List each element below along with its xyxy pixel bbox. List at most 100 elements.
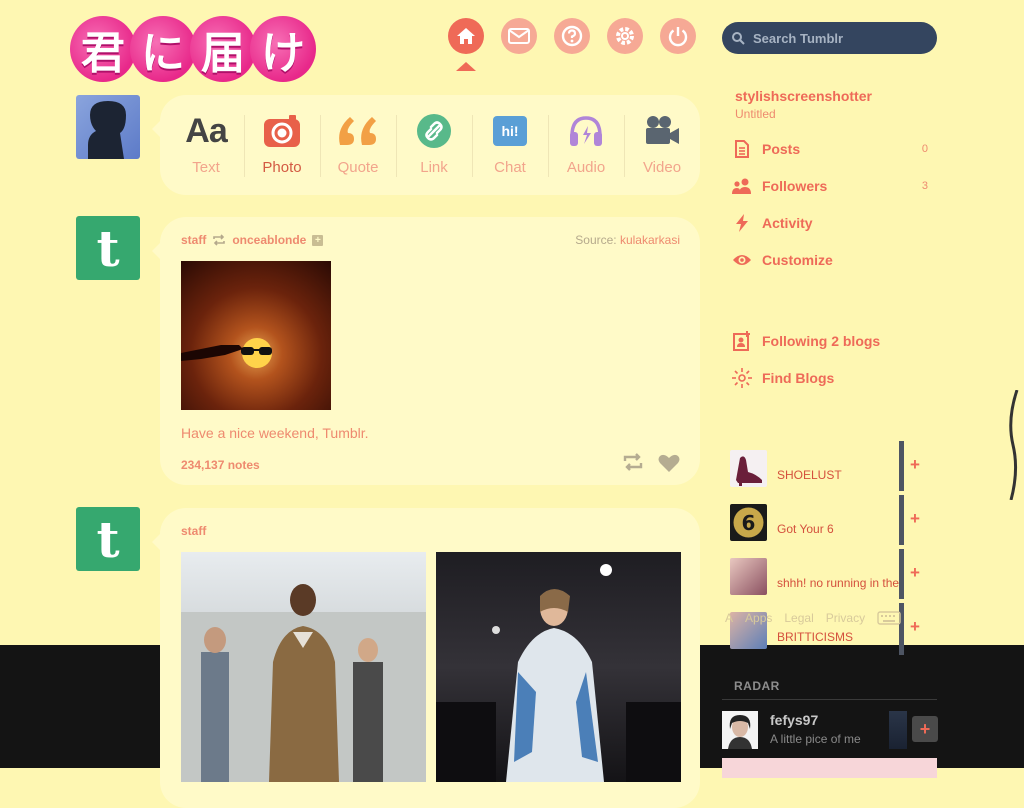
sidebar-item-customize[interactable]: Customize	[732, 250, 928, 270]
sidebar-item-count: 0	[921, 143, 928, 155]
headphones-icon	[567, 111, 605, 151]
footer-link[interactable]: Legal	[784, 611, 813, 625]
post-author-link[interactable]: staff	[181, 233, 206, 247]
keyboard-icon[interactable]	[877, 611, 901, 625]
source-link[interactable]: kulakarkasi	[620, 233, 680, 247]
sidebar-blog-name[interactable]: stylishscreenshotter	[735, 88, 872, 104]
post-header: staff	[181, 524, 206, 538]
search-input[interactable]	[751, 29, 925, 47]
user-avatar[interactable]	[76, 95, 140, 159]
radar-heading: RADAR	[734, 679, 780, 693]
logo-char: け	[250, 16, 316, 82]
reblog-icon[interactable]	[622, 453, 644, 471]
post-type-photo[interactable]: Photo	[244, 95, 320, 195]
footer-link[interactable]: A	[725, 611, 733, 625]
sidebar-item-label: Following 2 blogs	[762, 333, 881, 349]
following-icon	[732, 331, 752, 351]
camera-icon	[263, 111, 301, 151]
sidebar-item-label: Posts	[762, 141, 801, 157]
reblogged-from-link[interactable]: onceablonde	[232, 233, 306, 247]
post-type-audio[interactable]: Audio	[548, 95, 624, 195]
blog-title: shhh! no running in the	[777, 576, 900, 590]
power-icon	[668, 27, 688, 47]
follow-plus-icon[interactable]: +	[910, 509, 920, 529]
recommended-blog[interactable]: 6 Got Your 6 +	[730, 504, 920, 544]
follow-plus-icon[interactable]: +	[910, 455, 920, 475]
sidebar-item-count: 3	[921, 180, 928, 192]
inbox-button[interactable]	[501, 18, 537, 54]
post-type-label: Video	[642, 159, 682, 176]
sidebar-item-followers[interactable]: Followers 3	[732, 176, 928, 196]
divider	[899, 441, 904, 491]
help-button[interactable]	[554, 18, 590, 54]
search-box	[722, 22, 937, 54]
svg-text:6: 6	[742, 511, 756, 535]
radar-follow-button[interactable]: +	[912, 716, 938, 742]
home-button[interactable]	[448, 18, 484, 71]
sidebar-item-activity[interactable]: Activity	[732, 213, 928, 233]
sidebar-item-find-blogs[interactable]: Find Blogs	[732, 368, 928, 388]
post-type-video[interactable]: Video	[624, 95, 700, 195]
footer-links: A Apps Legal Privacy	[725, 611, 901, 625]
footer-link[interactable]: Privacy	[826, 611, 865, 625]
post-type-link[interactable]: Link	[396, 95, 472, 195]
follow-plus-icon[interactable]: +	[910, 563, 920, 583]
logout-button[interactable]	[660, 18, 696, 54]
staff-avatar[interactable]: t	[76, 507, 140, 571]
post-photo[interactable]	[181, 261, 331, 410]
source-label: Source:	[575, 233, 617, 247]
post-author-link[interactable]: staff	[181, 524, 206, 538]
tumblr-t-icon: t	[96, 218, 120, 278]
post-type-text[interactable]: Aa Text	[168, 95, 244, 195]
blog-title: SHOELUST	[777, 468, 842, 482]
blog-thumb	[730, 558, 767, 595]
sidebar-item-posts[interactable]: Posts 0	[732, 139, 928, 159]
post-photo[interactable]	[181, 552, 426, 782]
post-type-label: Audio	[566, 159, 606, 176]
post-card: staff onceablonde + Source: kulakarkasi …	[152, 217, 700, 485]
lightning-icon	[732, 213, 752, 233]
recommended-blog[interactable]: SHOELUST +	[730, 450, 920, 490]
post-header: staff onceablonde +	[181, 233, 324, 247]
blog-thumb	[730, 450, 767, 487]
blog-title: Got Your 6	[777, 522, 834, 536]
post-type-label: Photo	[262, 159, 302, 176]
tumblr-t-icon: t	[96, 509, 120, 569]
blog-logo[interactable]: 君 に 届 け	[70, 16, 316, 82]
sidebar-item-label: Activity	[762, 215, 813, 231]
home-icon	[457, 28, 475, 44]
sidebar-item-following[interactable]: Following 2 blogs	[732, 331, 928, 351]
post-type-label: Quote	[337, 159, 379, 176]
chat-icon: hi!	[493, 111, 527, 151]
sidebar-item-label: Customize	[762, 252, 833, 268]
follow-plus-icon[interactable]: +	[910, 617, 920, 637]
heart-icon[interactable]	[658, 453, 680, 473]
sunburst-icon	[732, 368, 752, 388]
radar-blog-name[interactable]: fefys97	[770, 712, 818, 728]
staff-avatar[interactable]: t	[76, 216, 140, 280]
footer-link[interactable]: Apps	[745, 611, 772, 625]
blog-title: BRITTICISMS	[777, 630, 854, 644]
eye-icon	[732, 250, 752, 270]
notes-count[interactable]: 234,137 notes	[181, 458, 260, 472]
recommended-blog[interactable]: shhh! no running in the +	[730, 558, 920, 598]
post-actions	[622, 453, 680, 473]
post-type-chat[interactable]: hi! Chat	[472, 95, 548, 195]
edge-decoration	[1003, 389, 1024, 501]
logo-char: 君	[70, 16, 136, 82]
follow-plus-icon[interactable]: +	[312, 234, 324, 246]
post-caption: Have a nice weekend, Tumblr.	[181, 425, 369, 441]
radar-post-image[interactable]	[722, 758, 937, 778]
divider	[899, 549, 904, 599]
post-source: Source: kulakarkasi	[575, 233, 680, 247]
reblog-small-icon	[213, 234, 226, 246]
quote-icon	[336, 111, 380, 151]
link-icon	[416, 111, 452, 151]
logo-char: 届	[190, 16, 256, 82]
post-type-quote[interactable]: Quote	[320, 95, 396, 195]
default-avatar-silhouette	[88, 101, 126, 159]
post-card: staff	[152, 508, 700, 808]
settings-button[interactable]	[607, 18, 643, 54]
radar-avatar[interactable]	[722, 711, 758, 749]
post-photo[interactable]	[436, 552, 681, 782]
